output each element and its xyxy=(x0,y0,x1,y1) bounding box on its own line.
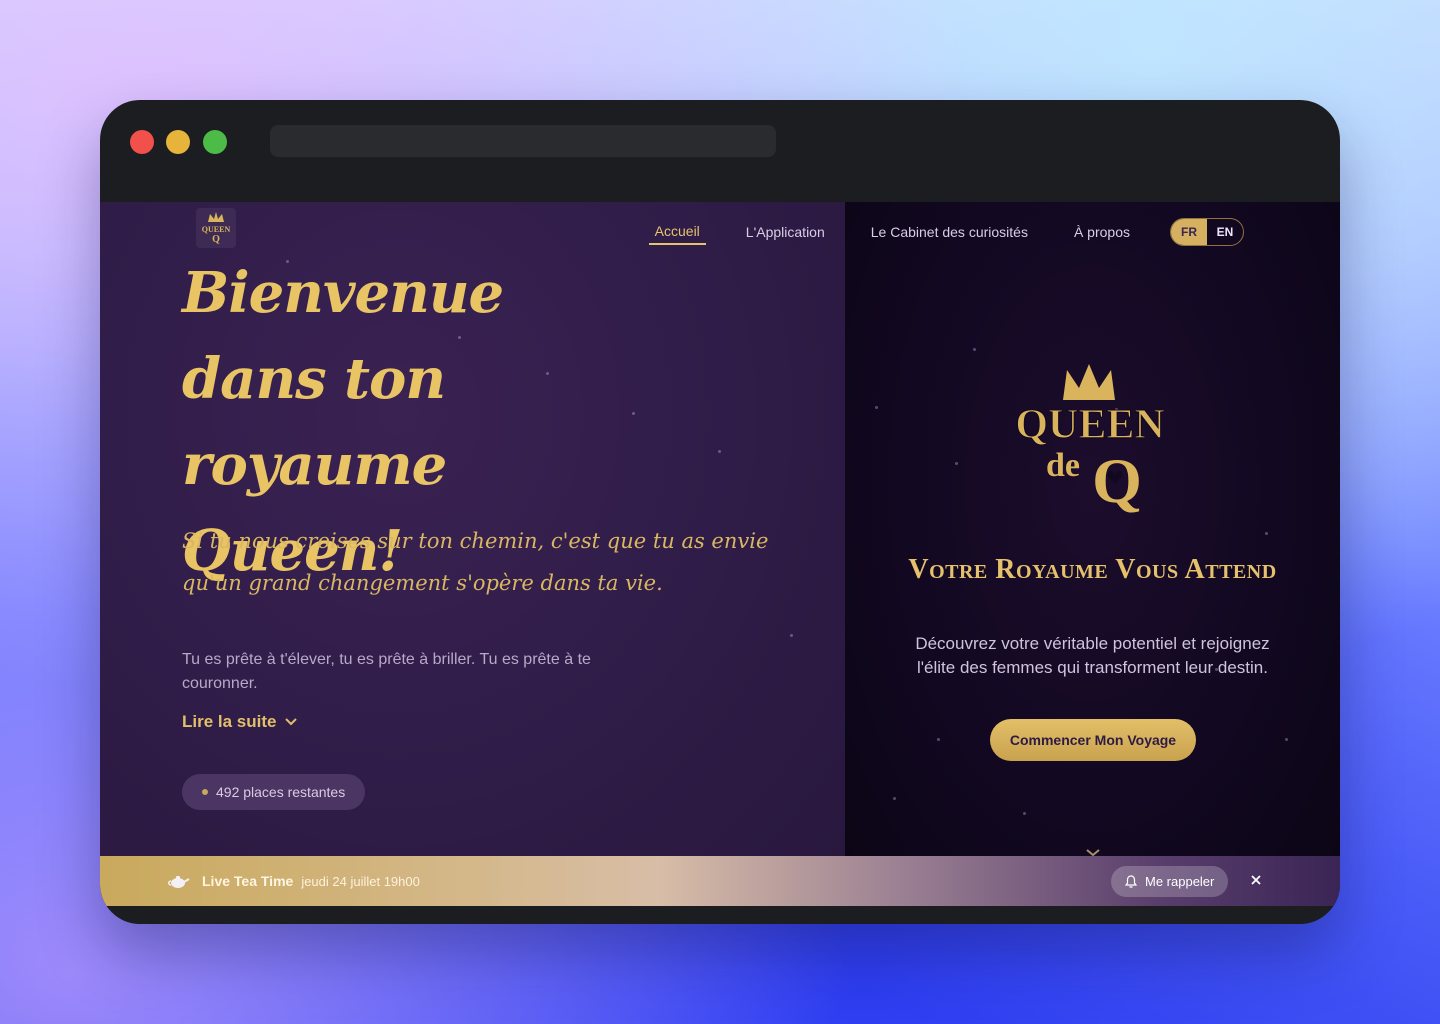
tea-time-banner: Live Tea Time jeudi 24 juillet 19h00 Me … xyxy=(100,856,1340,906)
places-badge: 492 places restantes xyxy=(182,774,366,810)
hero-text: Tu es prête à t'élever, tu es prête à br… xyxy=(182,651,591,692)
close-window-button[interactable] xyxy=(130,130,154,154)
places-label: 492 places restantes xyxy=(216,784,346,800)
teapot-icon xyxy=(168,876,190,888)
lang-fr-button[interactable]: FR xyxy=(1171,219,1207,245)
crown-icon xyxy=(1063,364,1115,400)
nav-item-application[interactable]: L'Application xyxy=(740,220,831,244)
hero-quote: Si tu nous croises sur ton chemin, c'est… xyxy=(182,529,769,595)
nav-item-cabinet[interactable]: Le Cabinet des curiosités xyxy=(865,220,1034,244)
maximize-window-button[interactable] xyxy=(203,130,227,154)
chevron-down-icon xyxy=(285,718,298,726)
read-more-label: Lire la suite xyxy=(182,712,277,731)
hero-section: QUEEN Q Bienvenue dans ton royaume Queen… xyxy=(100,202,845,906)
bullet-icon xyxy=(202,789,208,795)
remind-me-button[interactable]: Me rappeler xyxy=(1111,866,1229,897)
browser-window: QUEEN Q Bienvenue dans ton royaume Queen… xyxy=(100,100,1340,924)
logo-text-mid: de xyxy=(1046,447,1080,484)
brand-logo[interactable]: QUEEN Q xyxy=(196,208,236,248)
read-more-link[interactable]: Lire la suite xyxy=(182,712,298,732)
page-viewport: QUEEN Q Bienvenue dans ton royaume Queen… xyxy=(100,202,1340,906)
side-title: Votre Royaume Vous Attend xyxy=(908,554,1277,585)
svg-text:QUEEN: QUEEN xyxy=(202,225,231,234)
side-text: Découvrez votre véritable potentiel et r… xyxy=(915,634,1270,677)
side-panel: QUEEN de Q Votre Royaume Vous Attend Déc… xyxy=(845,202,1340,906)
bell-icon xyxy=(1125,875,1137,888)
browser-titlebar xyxy=(100,100,1340,202)
queen-de-q-logo: QUEEN de Q xyxy=(1015,364,1165,516)
minimize-window-button[interactable] xyxy=(166,130,190,154)
address-bar[interactable] xyxy=(270,125,776,157)
remind-me-label: Me rappeler xyxy=(1145,874,1215,889)
close-icon[interactable] xyxy=(1249,873,1263,887)
banner-date: jeudi 24 juillet 19h00 xyxy=(301,873,420,889)
banner-title: Live Tea Time xyxy=(202,873,294,889)
crown-icon: QUEEN Q xyxy=(202,212,231,245)
lang-en-button[interactable]: EN xyxy=(1207,219,1243,245)
main-nav: Accueil L'Application Le Cabinet des cur… xyxy=(648,218,1244,246)
language-switch: FR EN xyxy=(1170,218,1244,246)
nav-item-accueil[interactable]: Accueil xyxy=(648,219,706,245)
logo-text-top: QUEEN xyxy=(1015,402,1164,448)
svg-text:Q: Q xyxy=(212,234,220,245)
nav-item-a-propos[interactable]: À propos xyxy=(1068,220,1136,244)
start-journey-button[interactable]: Commencer Mon Voyage xyxy=(990,719,1196,761)
